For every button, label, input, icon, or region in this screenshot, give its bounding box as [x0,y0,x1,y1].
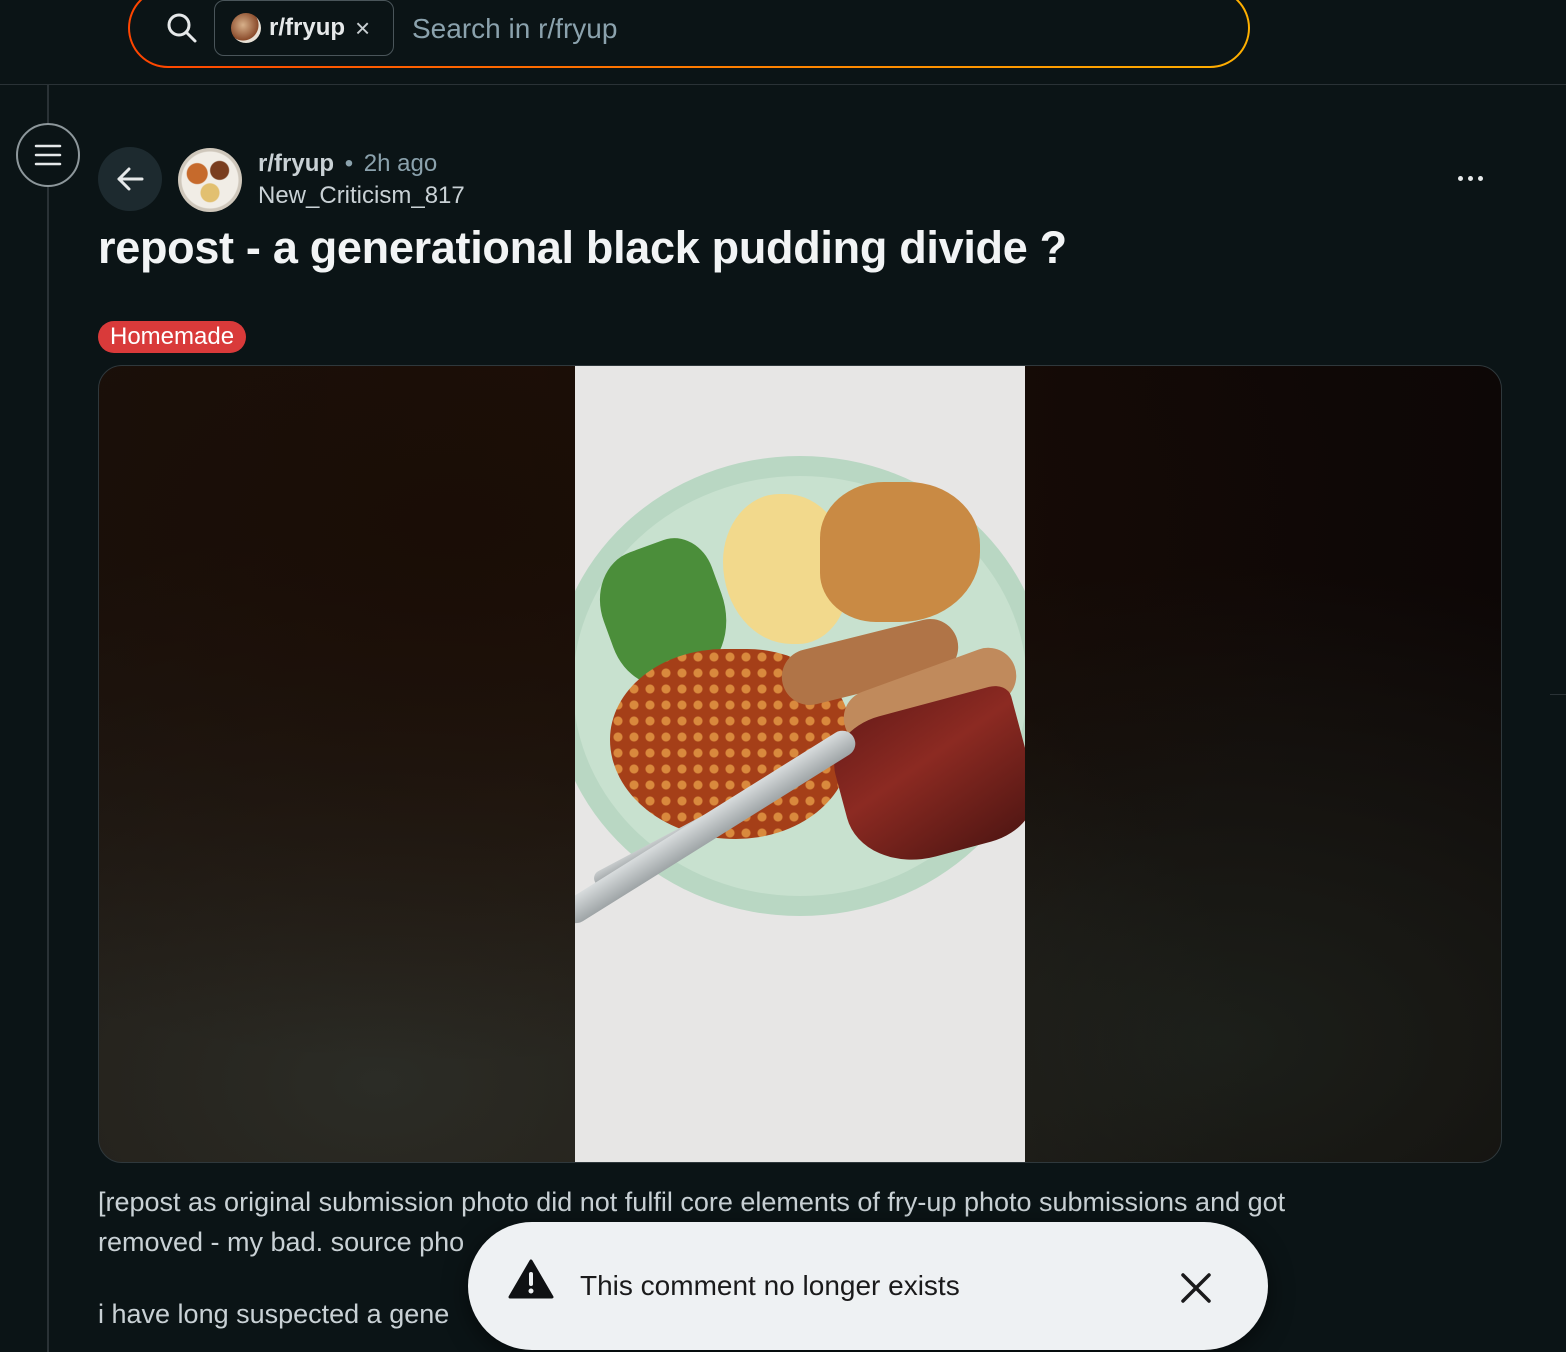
subreddit-filter-chip[interactable]: r/fryup × [214,0,394,56]
back-button[interactable] [98,147,162,211]
close-icon[interactable] [1174,1266,1218,1310]
subreddit-avatar [231,13,261,43]
subreddit-link[interactable]: r/fryup [258,150,334,177]
post-body-line: [repost as original submission photo did… [98,1187,1286,1217]
arrow-left-icon [117,167,144,191]
post-title: repost - a generational black pudding di… [98,222,1067,273]
toast-message: This comment no longer exists [580,1270,960,1301]
search-input[interactable]: Search in r/fryup [412,13,617,45]
post-flair[interactable]: Homemade [98,321,247,353]
top-bar: r/fryup × Search in r/fryup [0,0,1566,85]
left-rail-divider [47,84,49,1352]
meta-separator: • [344,150,354,177]
search-icon[interactable] [166,12,198,49]
hash-brown [820,482,980,622]
post-media[interactable] [98,365,1502,1163]
post-timestamp: 2h ago [363,150,438,177]
warning-icon [508,1258,554,1305]
hamburger-menu-icon [34,144,62,166]
author-link[interactable]: New_Criticism_817 [258,182,465,210]
hamburger-menu-button[interactable] [16,123,80,187]
post-meta: r/fryup • 2h ago [258,150,437,178]
chip-label: r/fryup [269,14,346,41]
post-image[interactable] [575,366,1025,1162]
more-options-icon[interactable] [1448,160,1492,196]
search-bar-inner[interactable]: r/fryup × Search in r/fryup [130,0,1248,66]
post-body-line: i have long suspected a gene [98,1299,450,1329]
subreddit-avatar[interactable] [178,148,242,212]
close-icon[interactable]: × [355,13,370,44]
toast-notification: This comment no longer exists [468,1222,1268,1350]
right-divider [1550,694,1566,695]
search-bar[interactable]: r/fryup × Search in r/fryup [128,0,1250,68]
